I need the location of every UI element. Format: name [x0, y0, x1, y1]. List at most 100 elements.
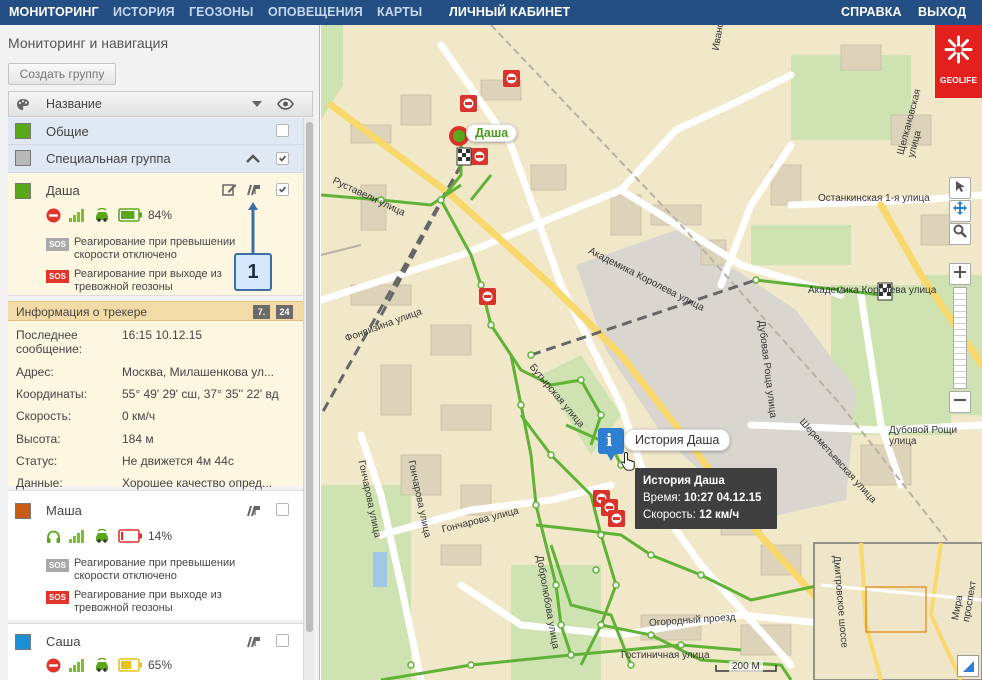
- battery-percent: 14%: [148, 529, 173, 543]
- magnifier-icon: [953, 224, 967, 238]
- tracker-row-masha[interactable]: Маша 14% SOS Реагирование при превышении…: [8, 490, 303, 620]
- chevron-down-icon[interactable]: [252, 101, 262, 108]
- tracker-name: Даша: [46, 183, 80, 198]
- headphones-icon: [47, 530, 60, 543]
- tooltip-time: Время: 10:27 04.12.15: [643, 492, 762, 504]
- no-entry-icon: [46, 208, 61, 223]
- history-map-label[interactable]: История Даша: [624, 429, 731, 451]
- group-name: Специальная группа: [46, 151, 171, 166]
- annotation-arrow-icon: [248, 202, 258, 254]
- create-group-button[interactable]: Создать группу: [8, 63, 116, 85]
- group-color-swatch[interactable]: [15, 123, 31, 139]
- minimap-toggle-button[interactable]: [957, 655, 979, 677]
- nav-history[interactable]: ИСТОРИЯ: [113, 0, 175, 25]
- signal-icon: [69, 530, 84, 543]
- col-name-label: Название: [46, 97, 102, 111]
- group-visibility-checkbox[interactable]: [276, 124, 289, 137]
- scrollbar-thumb[interactable]: [306, 122, 313, 632]
- geolife-logo-icon: [944, 35, 973, 64]
- group-color-swatch[interactable]: [15, 150, 31, 166]
- zoom-slider[interactable]: [953, 287, 967, 389]
- car-gps-icon: [96, 529, 108, 543]
- battery-icon: [118, 658, 142, 672]
- sos-speed-badge: SOS: [46, 238, 69, 251]
- sos-speed-badge: SOS: [46, 559, 69, 572]
- map-canvas[interactable]: [321, 25, 982, 680]
- geolife-logo-text: GEOLIFE: [939, 75, 978, 85]
- map-view[interactable]: Фонвизина улица Академика Королева улица…: [321, 25, 982, 680]
- group-visibility-checkbox[interactable]: [276, 152, 289, 165]
- nav-maps[interactable]: КАРТЫ: [377, 0, 422, 25]
- tracker-name: Маша: [46, 503, 82, 518]
- nav-monitoring[interactable]: МОНИТОРИНГ: [9, 0, 99, 25]
- geolife-logo: GEOLIFE: [935, 25, 982, 98]
- sidebar: Мониторинг и навигация Создать группу На…: [0, 25, 320, 680]
- tracker-color-swatch[interactable]: [15, 634, 31, 650]
- group-name: Общие: [46, 124, 89, 139]
- tracker-visibility-checkbox[interactable]: [276, 634, 289, 647]
- chevron-up-icon[interactable]: [246, 154, 260, 163]
- nav-notifications[interactable]: ОПОВЕЩЕНИЯ: [268, 0, 363, 25]
- nav-personal-cabinet[interactable]: ЛИЧНЫЙ КАБИНЕТ: [449, 0, 570, 25]
- tooltip-title: История Даша: [643, 475, 725, 487]
- top-navigation-bar: МОНИТОРИНГ ИСТОРИЯ ГЕОЗОНЫ ОПОВЕЩЕНИЯ КА…: [0, 0, 982, 25]
- info-marker-icon[interactable]: i: [606, 431, 612, 451]
- edit-icon[interactable]: [222, 182, 237, 197]
- info-last-message: Последнее сообщение: 16:15 10.12.15: [16, 328, 203, 356]
- sidebar-scrollbar[interactable]: [303, 118, 314, 680]
- corner-arrow-icon: [963, 661, 974, 672]
- tracker-color-swatch[interactable]: [15, 503, 31, 519]
- move-icon: [953, 201, 967, 215]
- eye-icon[interactable]: [277, 98, 294, 110]
- nav-logout[interactable]: ВЫХОД: [918, 0, 966, 25]
- minus-icon: [954, 399, 966, 401]
- battery-percent: 65%: [148, 658, 173, 672]
- annotation-badge: 1: [234, 253, 272, 291]
- select-tool-button[interactable]: [949, 177, 971, 199]
- battery-percent: 84%: [148, 208, 173, 222]
- street-label: Академика Королева улица: [808, 285, 937, 296]
- tracker-visibility-checkbox[interactable]: [276, 183, 289, 196]
- speed-alert-note: Реагирование при превышении скорости отк…: [74, 557, 236, 582]
- track-history-icon[interactable]: [246, 182, 261, 197]
- list-header: Название: [8, 91, 313, 117]
- street-label: Дубовой Рощи улица: [889, 425, 958, 447]
- no-entry-icon: [46, 658, 61, 673]
- calendar-7-icon[interactable]: 7.: [253, 305, 270, 319]
- tracker-map-label[interactable]: Даша: [466, 124, 518, 142]
- calendar-24-icon[interactable]: 24: [276, 305, 293, 319]
- car-gps-icon: [96, 208, 108, 222]
- track-history-icon[interactable]: [246, 503, 261, 518]
- signal-icon: [69, 659, 84, 672]
- nav-geozones[interactable]: ГЕОЗОНЫ: [189, 0, 254, 25]
- tracker-info-title: Информация о трекере: [16, 305, 148, 319]
- sidebar-title: Мониторинг и навигация: [8, 35, 169, 51]
- tooltip-speed: Скорость: 12 км/ч: [643, 509, 740, 521]
- map-scale-label: 200 М: [729, 661, 763, 672]
- signal-icon: [69, 209, 84, 222]
- battery-icon: [118, 208, 142, 222]
- zoom-out-button[interactable]: [949, 391, 971, 413]
- group-row-special[interactable]: Специальная группа: [8, 145, 303, 173]
- tracker-name: Саша: [46, 634, 81, 649]
- plus-icon: [954, 266, 966, 278]
- magnifier-tool-button[interactable]: [949, 223, 971, 245]
- zoom-in-button[interactable]: [949, 263, 971, 285]
- tracker-color-swatch[interactable]: [15, 183, 31, 199]
- pan-tool-button[interactable]: [949, 200, 971, 222]
- street-label: Останкинская 1-я улица: [818, 193, 930, 204]
- sos-geozone-badge: SOS: [46, 591, 69, 604]
- sos-geozone-badge: SOS: [46, 270, 69, 283]
- street-label: Гостиничная улица: [621, 650, 710, 661]
- track-history-icon[interactable]: [246, 634, 261, 649]
- history-tooltip: История Даша Время: 10:27 04.12.15 Скоро…: [635, 468, 777, 529]
- tracker-visibility-checkbox[interactable]: [276, 503, 289, 516]
- car-gps-icon: [96, 658, 108, 672]
- battery-low-icon: [118, 529, 142, 543]
- cursor-arrow-icon: [956, 181, 965, 192]
- group-row-general[interactable]: Общие: [8, 118, 303, 145]
- geozone-alert-note: Реагирование при выходе из тревожной гео…: [74, 589, 222, 614]
- palette-icon[interactable]: [16, 98, 30, 111]
- nav-help[interactable]: СПРАВКА: [841, 0, 902, 25]
- tracker-row-sasha[interactable]: Саша 65%: [8, 623, 303, 680]
